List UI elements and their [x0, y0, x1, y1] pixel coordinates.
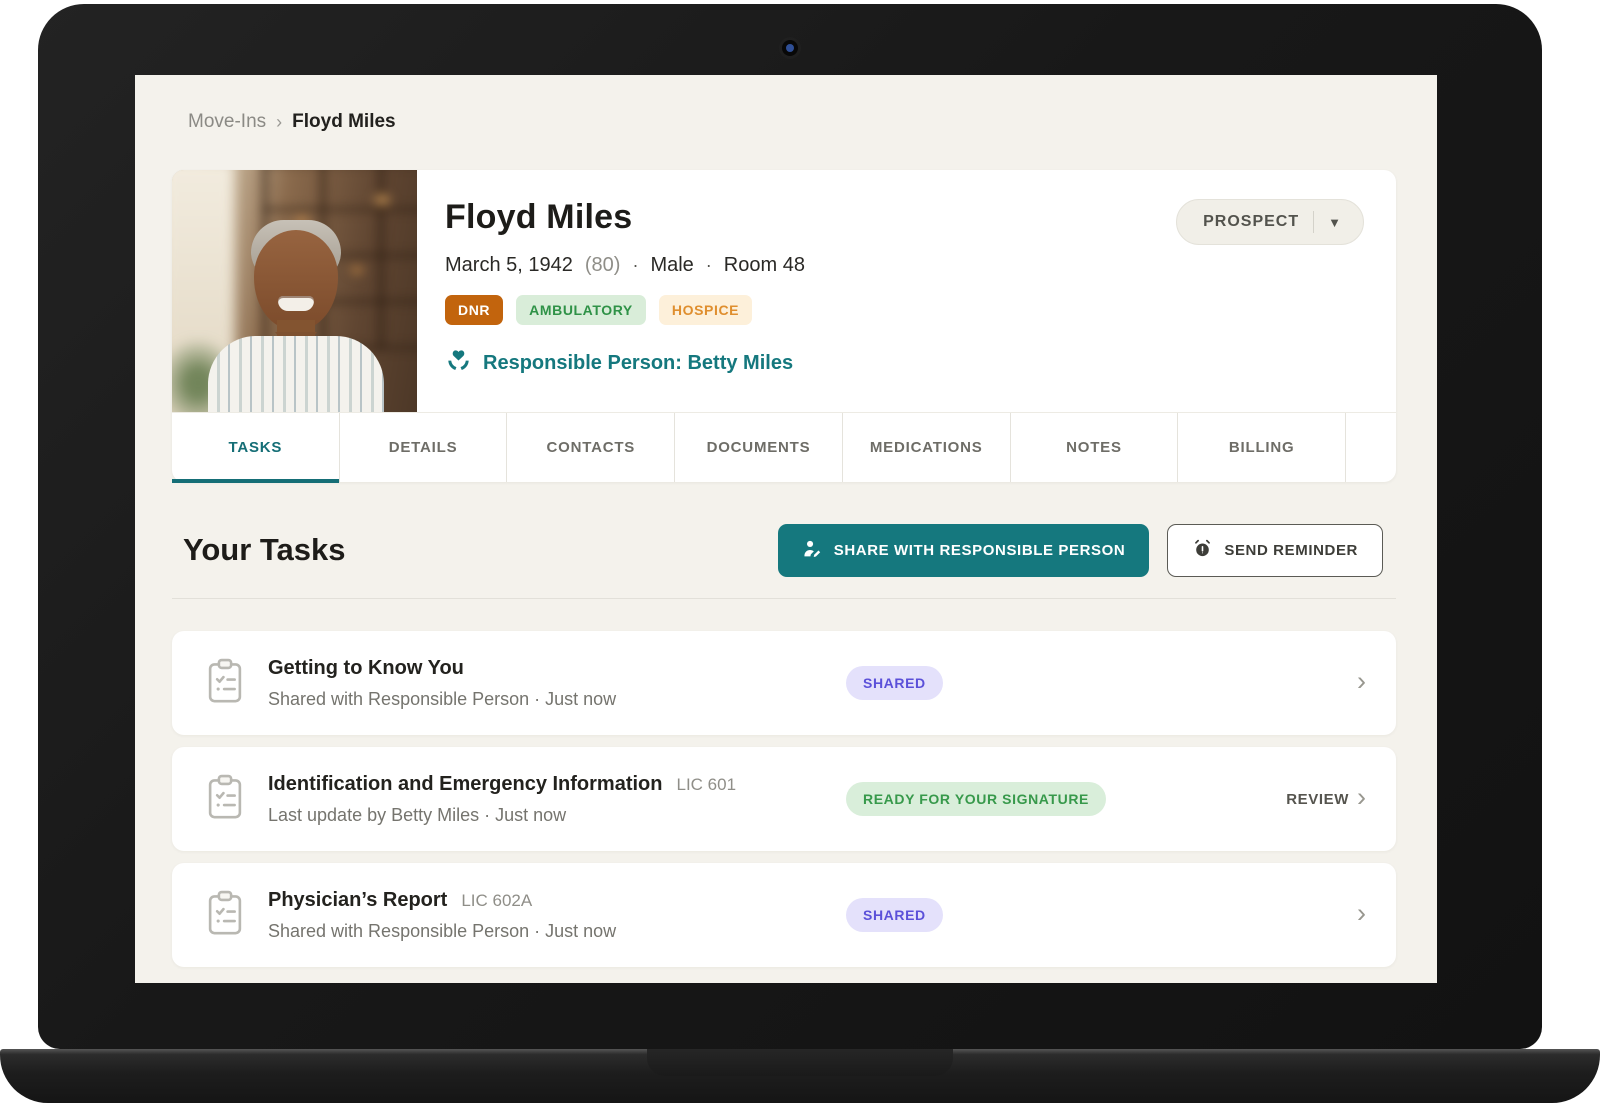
task-title: Physician’s Report — [268, 888, 448, 911]
tab-details[interactable]: DETAILS — [340, 413, 508, 482]
clipboard-icon — [204, 656, 248, 711]
laptop-base — [0, 1049, 1600, 1103]
status-badge: READY FOR YOUR SIGNATURE — [846, 782, 1106, 816]
prospect-status-dropdown[interactable]: PROSPECT ▼ — [1176, 199, 1364, 245]
task-subtitle: Last update by Betty Miles · Just now — [268, 804, 567, 825]
task-list: Getting to Know You Shared with Responsi… — [172, 631, 1396, 979]
care-badges: DNR AMBULATORY HOSPICE — [445, 295, 805, 325]
responsible-person-link[interactable]: Responsible Person: Betty Miles — [445, 347, 805, 379]
tab-contacts[interactable]: CONTACTS — [507, 413, 676, 482]
age: (80) — [584, 254, 621, 276]
reminder-button-label: SEND REMINDER — [1224, 541, 1358, 559]
person-edit-icon — [802, 538, 823, 563]
resident-photo — [172, 170, 417, 412]
review-link[interactable]: REVIEW › — [1286, 783, 1366, 811]
task-code: LIC 602A — [461, 890, 533, 910]
breadcrumb-separator-icon: › — [276, 111, 283, 132]
birth-date: March 5, 1942 — [445, 254, 573, 276]
task-title: Identification and Emergency Information — [268, 772, 663, 795]
clipboard-icon — [204, 888, 248, 943]
webcam-lens — [786, 44, 794, 52]
task-row-identification-emergency[interactable]: Identification and Emergency Information… — [172, 747, 1396, 851]
task-row-getting-to-know-you[interactable]: Getting to Know You Shared with Responsi… — [172, 631, 1396, 735]
task-title: Getting to Know You — [268, 656, 464, 679]
resident-info: Floyd Miles March 5, 1942 (80) · Male · … — [445, 198, 805, 379]
breadcrumb-move-ins[interactable]: Move-Ins — [188, 111, 266, 133]
status-badge: SHARED — [846, 666, 943, 700]
tasks-title: Your Tasks — [183, 532, 346, 567]
resident-tabs: TASKS DETAILS CONTACTS DOCUMENTS MEDICAT… — [172, 412, 1396, 483]
tasks-section-header: Your Tasks SHARE WITH RESPONSIBLE PERSON — [172, 520, 1396, 580]
share-button-label: SHARE WITH RESPONSIBLE PERSON — [833, 541, 1126, 559]
responsible-person-label: Responsible Person: Betty Miles — [483, 351, 794, 374]
tab-documents[interactable]: DOCUMENTS — [675, 413, 843, 482]
breadcrumb-current: Floyd Miles — [292, 111, 396, 132]
chevron-right-icon[interactable]: › — [1357, 667, 1366, 695]
gender: Male — [650, 254, 694, 276]
tab-medications[interactable]: MEDICATIONS — [843, 413, 1011, 482]
alarm-icon — [1192, 538, 1213, 563]
task-subtitle: Shared with Responsible Person · Just no… — [268, 688, 617, 709]
resident-header-card: Floyd Miles March 5, 1942 (80) · Male · … — [172, 170, 1396, 483]
laptop-notch — [647, 1049, 953, 1076]
task-action-label: REVIEW — [1286, 790, 1349, 808]
task-row-physicians-report[interactable]: Physician’s Report LIC 602A Shared with … — [172, 863, 1396, 967]
task-code: LIC 601 — [676, 774, 737, 794]
chevron-down-icon[interactable]: ▼ — [1328, 215, 1341, 230]
resident-header-top: Floyd Miles March 5, 1942 (80) · Male · … — [172, 170, 1396, 412]
prospect-status-label: PROSPECT — [1203, 213, 1300, 230]
webcam — [782, 40, 798, 56]
resident-meta: March 5, 1942 (80) · Male · Room 48 — [445, 254, 805, 276]
send-reminder-button[interactable]: SEND REMINDER — [1167, 523, 1383, 577]
status-badge: SHARED — [846, 898, 943, 932]
hospice-badge: HOSPICE — [658, 295, 753, 325]
app-screen: Move-Ins › Floyd Miles Floyd Miles March… — [135, 75, 1437, 983]
tab-billing[interactable]: BILLING — [1178, 413, 1347, 482]
hands-heart-icon — [445, 347, 472, 379]
tasks-actions: SHARE WITH RESPONSIBLE PERSON SEND REMIN… — [777, 523, 1383, 577]
clipboard-icon — [204, 772, 248, 827]
resident-name: Floyd Miles — [445, 198, 633, 236]
chevron-right-icon[interactable]: › — [1357, 899, 1366, 927]
breadcrumb: Move-Ins › Floyd Miles — [188, 111, 1437, 133]
tab-tasks[interactable]: TASKS — [172, 413, 340, 483]
room-number: Room 48 — [723, 254, 805, 276]
section-divider — [172, 598, 1396, 599]
ambulatory-badge: AMBULATORY — [516, 295, 646, 325]
tab-notes[interactable]: NOTES — [1011, 413, 1179, 482]
chevron-right-icon[interactable]: › — [1357, 783, 1366, 811]
share-with-responsible-person-button[interactable]: SHARE WITH RESPONSIBLE PERSON — [777, 523, 1150, 577]
dnr-badge: DNR — [445, 295, 504, 325]
task-subtitle: Shared with Responsible Person · Just no… — [268, 920, 617, 941]
